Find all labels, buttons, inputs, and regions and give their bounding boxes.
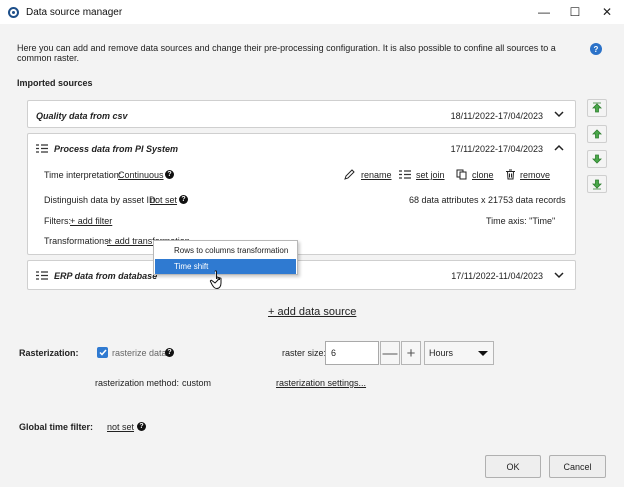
- source-title: ERP data from database: [54, 271, 158, 281]
- source-panel-quality[interactable]: Quality data from csv 18/11/2022-17/04/2…: [27, 100, 576, 128]
- source-panel-erp[interactable]: ERP data from database 17/11/2022-11/04/…: [27, 260, 576, 290]
- transformations-label: Transformations:: [44, 236, 112, 246]
- help-icon[interactable]: ?: [165, 348, 174, 357]
- help-icon[interactable]: ?: [137, 422, 146, 431]
- filters-label: Filters:: [44, 216, 71, 226]
- arrow-bottom-icon: [592, 179, 602, 190]
- rasterization-label: Rasterization:: [19, 348, 79, 358]
- arrow-top-icon: [592, 102, 602, 113]
- chevron-down-icon[interactable]: [552, 268, 566, 282]
- raster-unit-value: Hours: [429, 348, 454, 358]
- close-button[interactable]: ✕: [591, 0, 623, 24]
- pencil-icon: [344, 169, 355, 180]
- intro-text: Here you can add and remove data sources…: [17, 43, 556, 63]
- asset-id-label: Distinguish data by asset ID:: [44, 195, 159, 205]
- add-data-source-link[interactable]: + add data source: [268, 306, 356, 318]
- add-filter-link[interactable]: + add filter: [70, 216, 112, 226]
- rasterize-checkbox[interactable]: [97, 347, 108, 358]
- clone-link[interactable]: clone: [472, 170, 494, 180]
- arrow-up-icon: [592, 129, 602, 139]
- help-icon[interactable]: ?: [179, 195, 188, 204]
- source-title: Process data from PI System: [54, 144, 179, 154]
- list-icon: [36, 144, 48, 153]
- clone-icon: [456, 169, 467, 180]
- increment-button[interactable]: +: [401, 341, 421, 365]
- rasterization-method-value: custom: [182, 378, 212, 388]
- move-top-button[interactable]: [587, 99, 607, 117]
- time-interpretation-link[interactable]: Continuous: [118, 170, 164, 180]
- trash-icon: [506, 169, 515, 180]
- rasterization-settings-link[interactable]: rasterization settings...: [276, 378, 366, 388]
- raster-size-input[interactable]: 6: [325, 341, 379, 365]
- join-icon: [399, 170, 411, 179]
- chevron-down-icon: [478, 351, 488, 356]
- source-title: Quality data from csv: [36, 111, 128, 121]
- menu-item-rows-to-columns[interactable]: Rows to columns transformation: [155, 243, 296, 258]
- help-icon[interactable]: ?: [165, 170, 174, 179]
- check-icon: [98, 349, 107, 356]
- decrement-button[interactable]: —: [380, 341, 400, 365]
- set-join-link[interactable]: set join: [416, 170, 445, 180]
- list-icon: [36, 271, 48, 280]
- rasterization-method-label: rasterization method:: [95, 378, 180, 388]
- global-time-filter-link[interactable]: not set: [107, 422, 134, 432]
- rasterize-label: rasterize data: [112, 348, 167, 358]
- source-panel-pi-system: Process data from PI System 17/11/2022-1…: [27, 133, 576, 255]
- move-up-button[interactable]: [587, 125, 607, 143]
- global-time-filter-label: Global time filter:: [19, 422, 94, 432]
- arrow-down-icon: [592, 154, 602, 164]
- source-date-range: 17/11/2022-17/04/2023: [450, 144, 543, 154]
- help-icon[interactable]: ?: [590, 43, 602, 55]
- raster-size-label: raster size:: [282, 348, 327, 358]
- title-bar: Data source manager — ☐ ✕: [0, 0, 624, 24]
- app-icon: [8, 6, 19, 18]
- hand-cursor-icon: [209, 270, 222, 290]
- chevron-down-icon[interactable]: [552, 107, 566, 121]
- move-down-button[interactable]: [587, 150, 607, 168]
- source-date-range: 17/11/2022-11/04/2023: [451, 271, 543, 281]
- imported-sources-label: Imported sources: [17, 78, 93, 88]
- source-date-range: 18/11/2022-17/04/2023: [450, 111, 543, 121]
- asset-id-link[interactable]: not set: [150, 195, 177, 205]
- chevron-up-icon[interactable]: [552, 140, 566, 154]
- move-bottom-button[interactable]: [587, 175, 607, 193]
- time-axis-label: Time axis: "Time": [486, 216, 556, 226]
- cancel-button[interactable]: Cancel: [549, 455, 606, 478]
- records-info: 68 data attributes x 21753 data records: [409, 195, 566, 205]
- raster-unit-select[interactable]: Hours: [424, 341, 494, 365]
- maximize-button[interactable]: ☐: [559, 0, 591, 24]
- rename-link[interactable]: rename: [361, 170, 392, 180]
- minimize-button[interactable]: —: [528, 0, 560, 24]
- time-interpretation-label: Time interpretation:: [44, 170, 122, 180]
- ok-button[interactable]: OK: [485, 455, 541, 478]
- window-title: Data source manager: [26, 6, 123, 18]
- remove-link[interactable]: remove: [520, 170, 550, 180]
